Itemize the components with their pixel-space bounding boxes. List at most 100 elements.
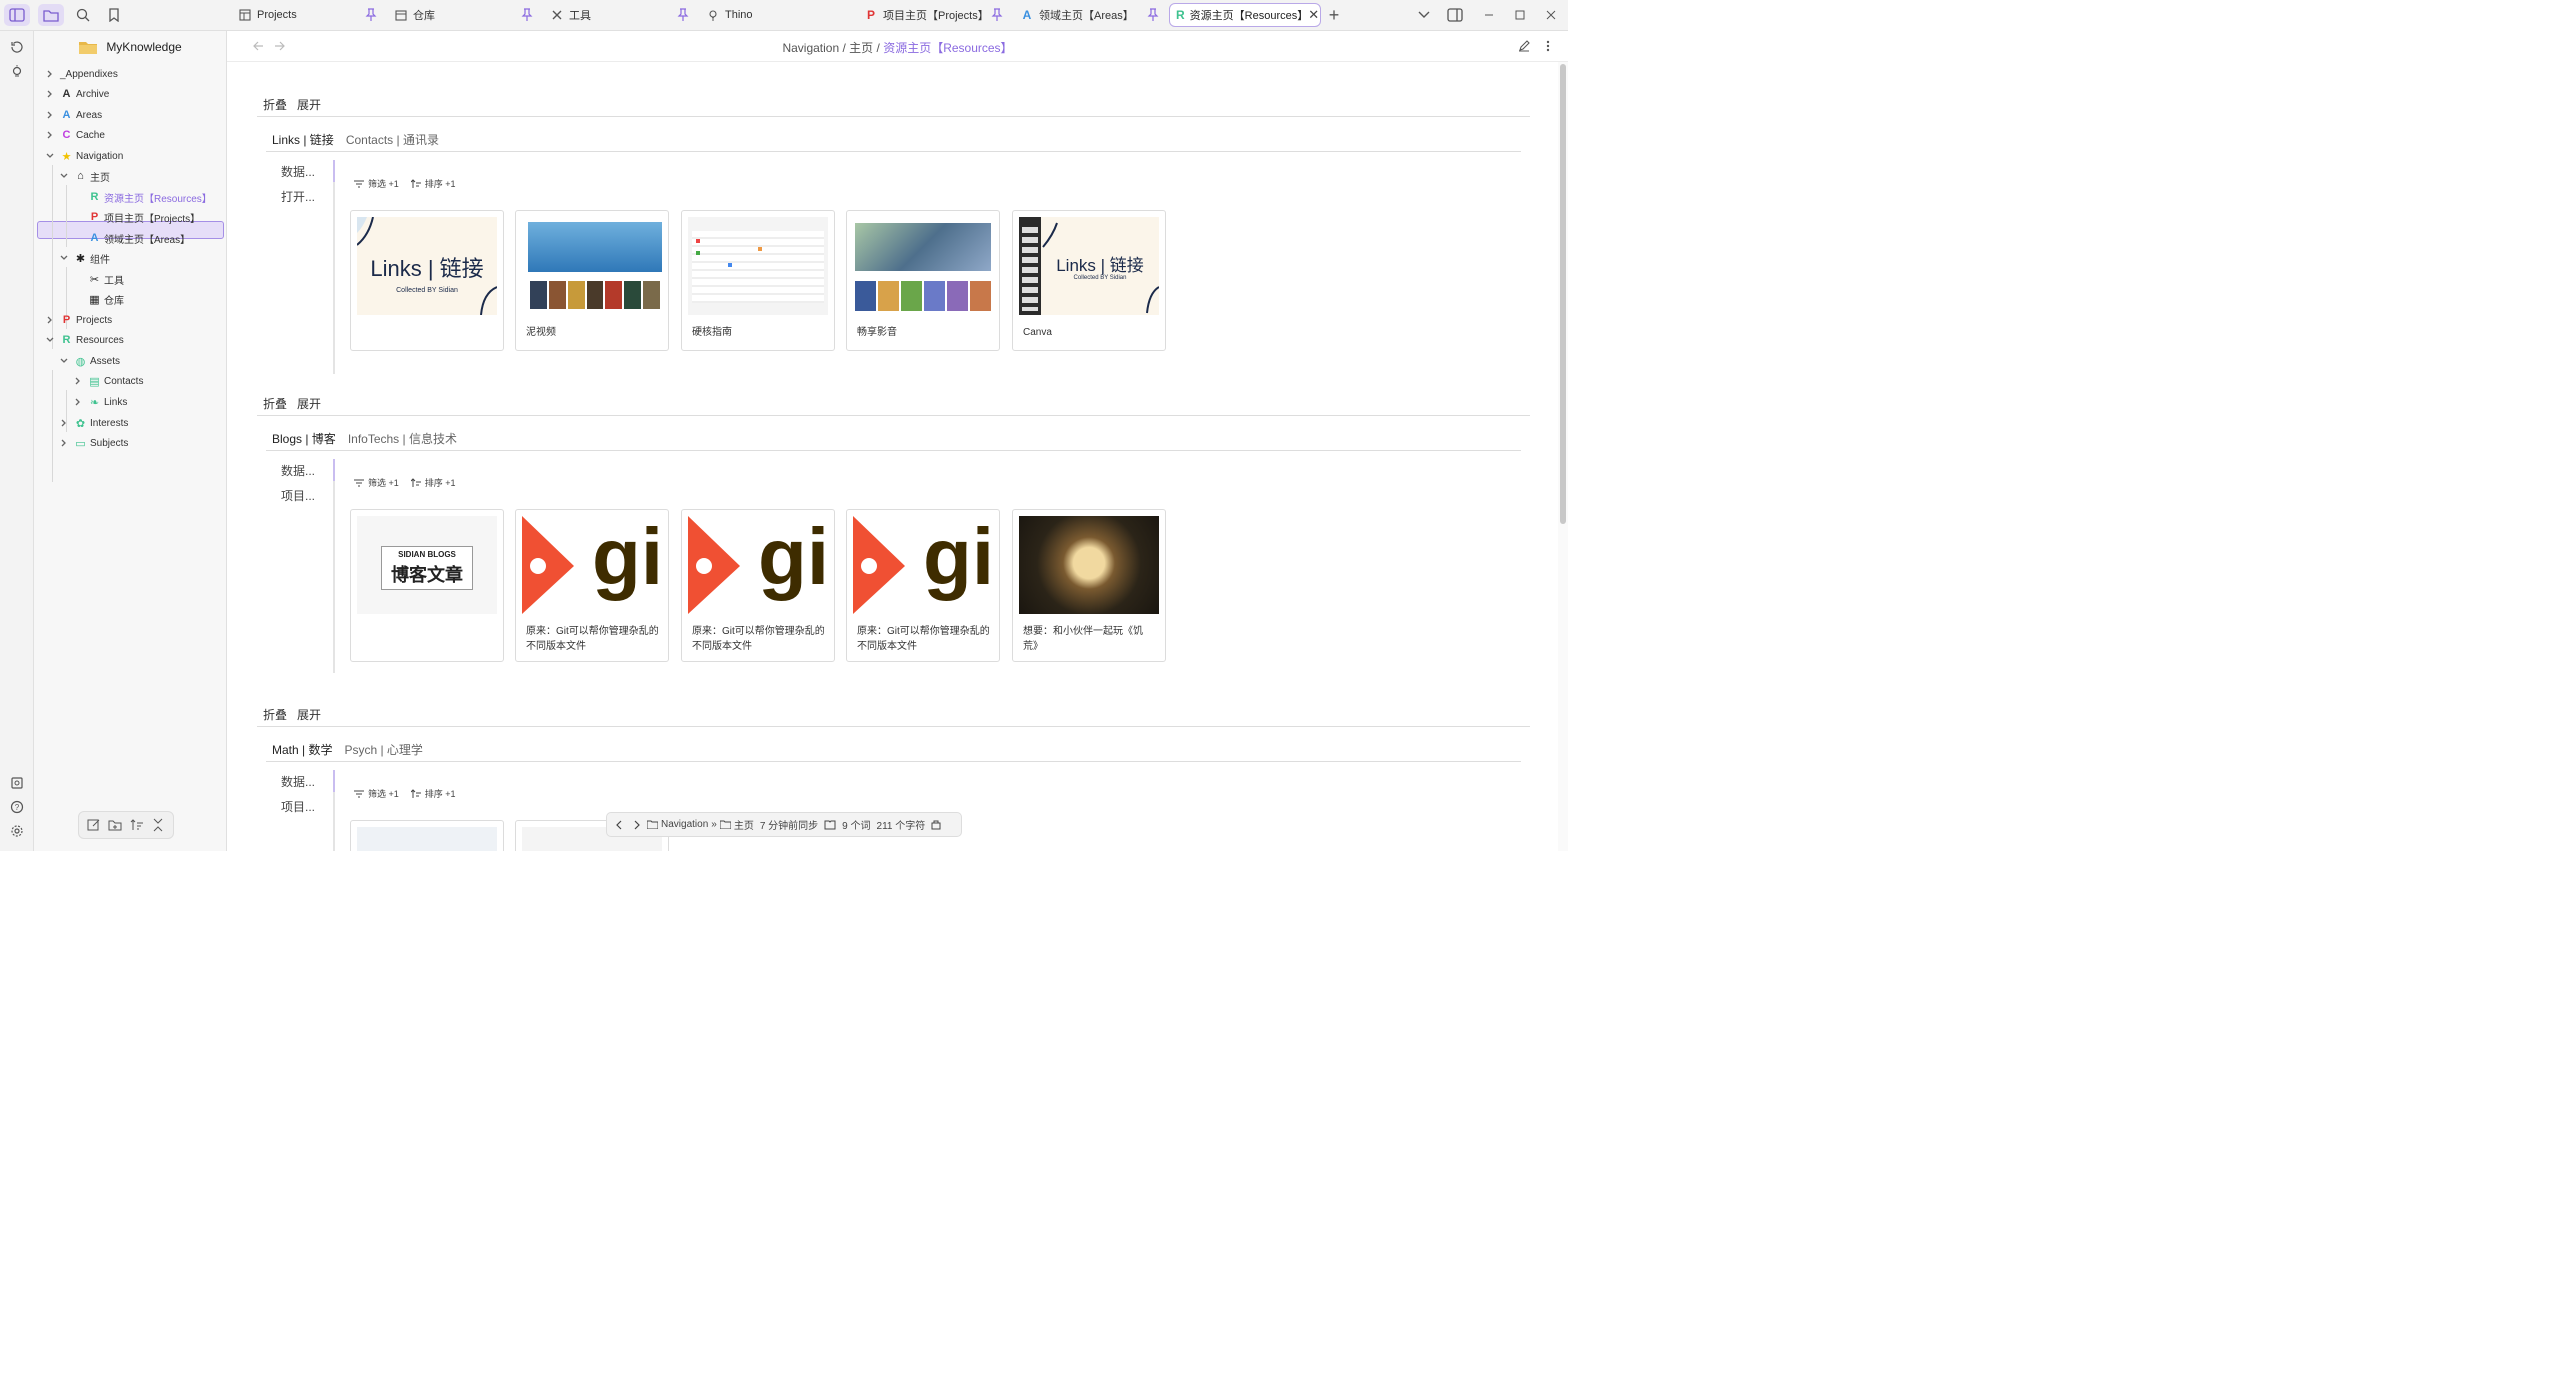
pin-icon[interactable] [990,8,1004,22]
status-breadcrumb[interactable]: Navigation» 主页 [647,817,754,832]
tab-list-button[interactable] [1411,4,1437,26]
tree-item-subjects[interactable]: ▭ Subjects [58,433,128,453]
minimize-button[interactable] [1476,4,1502,26]
chevron-down-icon[interactable] [58,252,70,264]
chevron-right-icon[interactable] [44,129,56,141]
collapse-button[interactable]: 折叠 [263,96,287,113]
chevron-right-icon[interactable] [72,396,84,408]
card[interactable]: 硬核指南 [681,210,835,351]
chevron-right-icon[interactable] [72,375,84,387]
tree-item-cache[interactable]: C Cache [44,125,105,145]
sync-status[interactable]: 7 分钟前同步 [760,817,818,832]
vault-header[interactable]: MyKnowledge [34,31,226,62]
tab-tools[interactable]: 工具 [544,3,597,27]
new-tab-button[interactable]: + [1321,4,1347,26]
sync-button[interactable] [8,38,26,56]
collapse-button[interactable]: 折叠 [263,395,287,412]
tab-projects[interactable]: Projects [232,3,303,27]
chevron-down-icon[interactable] [44,150,56,162]
card[interactable]: 想要：和小伙伴一起玩《饥荒》 [1012,509,1166,662]
search-button[interactable] [70,4,96,26]
chevron-right-icon[interactable] [44,109,56,121]
card[interactable]: 畅享影音 [846,210,1000,351]
scrollbar[interactable] [1558,62,1568,851]
pin-icon[interactable] [520,8,534,22]
maximize-button[interactable] [1507,4,1533,26]
expand-button[interactable]: 展开 [297,96,321,113]
sidebar-toggle-button[interactable] [4,4,30,26]
chevron-down-icon[interactable] [44,334,56,346]
thino-button[interactable] [8,63,26,81]
tab-cangku[interactable]: 仓库 [388,3,441,27]
card[interactable]: 泥视频 [515,210,669,351]
tree-item-links[interactable]: ❧ Links [72,392,127,412]
chevron-down-icon[interactable] [58,170,70,182]
pin-icon[interactable] [1146,8,1160,22]
collapse-all-button[interactable] [150,817,166,833]
forward-nav-icon[interactable] [631,820,641,830]
sort-button[interactable]: 排序 +1 [410,476,456,489]
chevron-right-icon[interactable] [44,88,56,100]
more-options-button[interactable] [1546,40,1550,52]
tab-math[interactable]: Math | 数学 [272,741,332,758]
tree-item-home[interactable]: ⌂ 主页 [58,166,110,186]
tab-links[interactable]: Links | 链接 [272,131,334,148]
chevron-down-icon[interactable] [58,355,70,367]
edit-mode-button[interactable] [1518,40,1530,52]
view-label[interactable]: 项目... [281,795,315,820]
tree-item-navigation[interactable]: ★ Navigation [44,146,123,166]
chevron-right-icon[interactable] [58,437,70,449]
settings-button[interactable] [8,822,26,840]
tree-item-assets[interactable]: ◍ Assets [58,351,120,371]
tab-infotechs[interactable]: InfoTechs | 信息技术 [348,430,457,447]
tree-item-areas-home[interactable]: A 领域主页【Areas】 [72,228,191,248]
view-label[interactable]: 数据... [281,160,315,185]
window-close-button[interactable] [1538,4,1564,26]
card[interactable]: gi 原来：Git可以帮你管理杂乱的不同版本文件 [515,509,669,662]
tab-projects-home[interactable]: P 项目主页【Projects】 [858,3,995,27]
tree-item-tools[interactable]: ✂ 工具 [72,269,124,289]
view-label[interactable]: 数据... [281,459,315,484]
card[interactable]: gi 原来：Git可以帮你管理杂乱的不同版本文件 [681,509,835,662]
filter-button[interactable]: 筛选 +1 [354,787,399,800]
tab-contacts[interactable]: Contacts | 通讯录 [346,131,439,148]
view-label[interactable]: 项目... [281,484,315,509]
tree-item-components[interactable]: ✱ 组件 [58,248,110,268]
tree-item-cangku[interactable]: ▦ 仓库 [72,289,124,309]
card[interactable]: Links | 链接 Collected BY Sidian Canva [1012,210,1166,351]
sort-button[interactable] [129,817,145,833]
right-sidebar-toggle[interactable] [1442,4,1468,26]
chevron-right-icon[interactable] [44,314,56,326]
filter-button[interactable]: 筛选 +1 [354,177,399,190]
breadcrumb-home[interactable]: 主页 [849,41,873,55]
lock-icon[interactable] [931,819,941,830]
tab-areas-home[interactable]: A 领域主页【Areas】 [1014,3,1140,27]
tab-psych[interactable]: Psych | 心理学 [344,741,422,758]
new-note-button[interactable] [86,817,102,833]
tree-item-appendixes[interactable]: _Appendixes [44,64,118,84]
card[interactable]: SIDIAN BLOGS 博客文章 [350,509,504,662]
tree-item-resources-home[interactable]: R 资源主页【Resources】 [72,187,212,207]
help-button[interactable]: ? [8,798,26,816]
bookmarks-button[interactable] [101,4,127,26]
expand-button[interactable]: 展开 [297,395,321,412]
tree-item-resources[interactable]: R Resources [44,330,124,350]
tab-resources-home[interactable]: R 资源主页【Resources】 ✕ [1169,3,1321,27]
view-label[interactable]: 打开... [281,185,315,210]
breadcrumb-current[interactable]: 资源主页【Resources】 [883,41,1012,55]
vault-switch-button[interactable] [8,774,26,792]
pin-icon[interactable] [364,8,378,22]
pin-icon[interactable] [676,8,690,22]
new-folder-button[interactable] [107,817,123,833]
chevron-right-icon[interactable] [44,68,56,80]
close-icon[interactable]: ✕ [1308,7,1319,23]
view-label[interactable]: 数据... [281,770,315,795]
tree-item-areas[interactable]: A Areas [44,105,102,125]
card[interactable]: Links | 链接 Collected BY Sidian [350,210,504,351]
card[interactable]: gi 原来：Git可以帮你管理杂乱的不同版本文件 [846,509,1000,662]
card[interactable] [350,820,504,851]
sort-button[interactable]: 排序 +1 [410,177,456,190]
tree-item-projects-home[interactable]: P 项目主页【Projects】 [72,207,200,227]
back-nav-icon[interactable] [615,820,625,830]
tree-item-projects[interactable]: P Projects [44,310,112,330]
